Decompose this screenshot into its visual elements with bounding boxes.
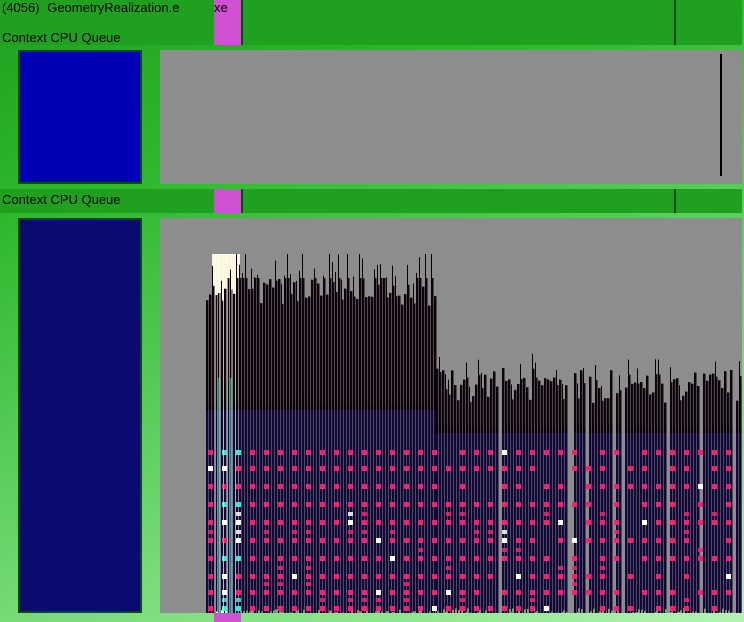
overview-thumb-1-fill xyxy=(20,52,140,182)
flame-graph[interactable] xyxy=(160,218,742,613)
header-row-1: (4056) GeometryRealization.e Context CPU… xyxy=(0,0,744,45)
process-name-base: GeometryRealization.e xyxy=(47,0,179,15)
overview-thumb-1[interactable] xyxy=(18,50,142,184)
overview-thumb-2-fill xyxy=(20,220,140,611)
row2-label: Context CPU Queue xyxy=(2,192,121,213)
overview-thumb-2[interactable] xyxy=(18,218,142,613)
header-seg-1a[interactable]: (4056) GeometryRealization.e Context CPU… xyxy=(0,0,214,45)
panel1-indicator xyxy=(720,54,722,176)
row1-label: Context CPU Queue xyxy=(2,30,121,45)
timeline-panel-1[interactable] xyxy=(160,50,742,184)
header-seg-2b[interactable] xyxy=(243,189,674,213)
time-marker-2[interactable] xyxy=(214,189,241,213)
process-title: (4056) GeometryRealization.e xyxy=(2,0,179,15)
process-id: (4056) xyxy=(2,0,40,15)
header-seg-2c[interactable] xyxy=(676,189,742,213)
timeline-panel-2[interactable] xyxy=(160,218,742,613)
header-seg-1b[interactable] xyxy=(243,0,674,45)
time-marker-1[interactable]: xe xyxy=(214,0,241,45)
profiler-root: (4056) GeometryRealization.e Context CPU… xyxy=(0,0,744,622)
process-name-ext: xe xyxy=(214,0,228,15)
header-seg-2a[interactable]: Context CPU Queue xyxy=(0,189,214,213)
header-seg-1c[interactable] xyxy=(676,0,742,45)
time-marker-bottom[interactable] xyxy=(214,613,241,622)
header-row-2: Context CPU Queue xyxy=(0,189,744,213)
